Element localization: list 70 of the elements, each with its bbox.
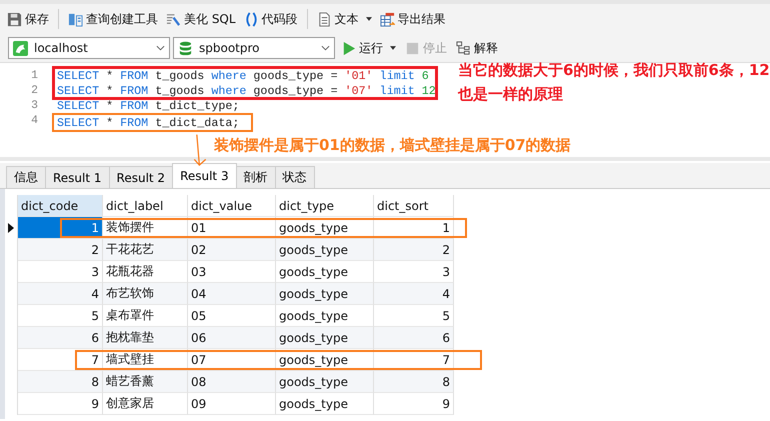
column-header[interactable]: dict_label	[103, 195, 188, 217]
table-cell: 8	[374, 371, 454, 393]
table-export-icon	[380, 12, 395, 26]
result-tab[interactable]: 状态	[274, 166, 315, 188]
code-line: SELECT * FROM t_dict_type;	[57, 98, 240, 112]
column-header[interactable]: dict_type	[276, 195, 374, 217]
result-tab[interactable]: Result 1	[45, 166, 110, 188]
run-button[interactable]: 运行	[338, 38, 399, 58]
parentheses-icon	[244, 12, 259, 26]
annotation-text: 装饰摆件是属于01的数据，墙式壁挂是属于07的数据	[214, 135, 571, 156]
connection-dropdown[interactable]: localhost	[8, 37, 170, 59]
table-cell: goods_type	[276, 239, 374, 261]
lines-brush-icon	[166, 12, 181, 26]
table-cell: 02	[188, 239, 276, 261]
line-number: 1	[30, 69, 39, 82]
table-cell: 8	[18, 371, 103, 393]
table-cell: goods_type	[276, 327, 374, 349]
database-dropdown[interactable]: spbootpro	[173, 37, 335, 59]
table-cell: 2	[18, 239, 103, 261]
result-tab[interactable]: 剖析	[236, 166, 276, 188]
table-layout-icon	[68, 12, 83, 26]
toolbar-button[interactable]: 文本	[314, 8, 375, 30]
toolbar-button[interactable]: 查询创建工具	[65, 8, 161, 30]
toolbar-button[interactable]: 美化 SQL	[163, 8, 239, 30]
table-cell: 08	[188, 371, 276, 393]
table-cell: 9	[374, 393, 454, 415]
chevron-down-icon	[321, 45, 330, 51]
table-cell: 6	[18, 327, 103, 349]
table-cell: 4	[18, 283, 103, 305]
chevron-down-icon	[156, 45, 165, 51]
table-cell: 抱枕靠垫	[103, 327, 188, 349]
code-line: SELECT * FROM t_goods where goods_type = '01' limit 6	[57, 68, 429, 82]
toolbar-button[interactable]: 保存	[4, 8, 52, 30]
table-cell: 09	[188, 393, 276, 415]
table-cell: 布艺软饰	[103, 283, 188, 305]
toolbar-button[interactable]: 导出结果	[376, 8, 449, 30]
play-icon	[341, 40, 356, 56]
table-cell: 4	[374, 283, 454, 305]
caret-icon	[366, 17, 372, 21]
column-header[interactable]: dict_value	[188, 195, 276, 217]
stop-square-icon	[405, 40, 420, 56]
result-tab[interactable]: Result 2	[108, 166, 174, 188]
annotation-text: 当它的数据大于6的时候，我们只取前6条，12也是一样的原理	[458, 60, 770, 105]
table-cell: 创意家居	[103, 393, 188, 415]
current-row-icon	[8, 223, 14, 233]
table-cell: 9	[18, 393, 103, 415]
table-cell: goods_type	[276, 371, 374, 393]
table-cell: 蜡艺香薰	[103, 371, 188, 393]
table-cell: 干花花艺	[103, 239, 188, 261]
result-tab[interactable]: 信息	[6, 166, 46, 188]
column-header[interactable]: dict_sort	[374, 195, 454, 217]
table-cell: goods_type	[276, 393, 374, 415]
tree-diagram-icon	[456, 40, 471, 56]
toolbar-button[interactable]: 代码段	[240, 8, 301, 30]
table-cell: 06	[188, 327, 276, 349]
table-cell: 6	[374, 327, 454, 349]
result-tab[interactable]: Result 3	[172, 163, 237, 188]
table-cell: goods_type	[276, 283, 374, 305]
table-cell: 04	[188, 283, 276, 305]
database-icon	[178, 40, 193, 56]
table-cell: 2	[374, 239, 454, 261]
explain-button[interactable]: 解释	[453, 38, 501, 58]
line-number: 3	[30, 99, 39, 112]
document-icon	[316, 12, 332, 26]
code-line: SELECT * FROM t_dict_data;	[57, 116, 240, 130]
line-number: 2	[30, 84, 39, 97]
line-number: 4	[30, 114, 39, 127]
code-line: SELECT * FROM t_goods where goods_type = '07' limit 12	[57, 84, 436, 98]
column-header[interactable]: dict_code	[18, 195, 103, 217]
caret-icon	[390, 46, 396, 50]
